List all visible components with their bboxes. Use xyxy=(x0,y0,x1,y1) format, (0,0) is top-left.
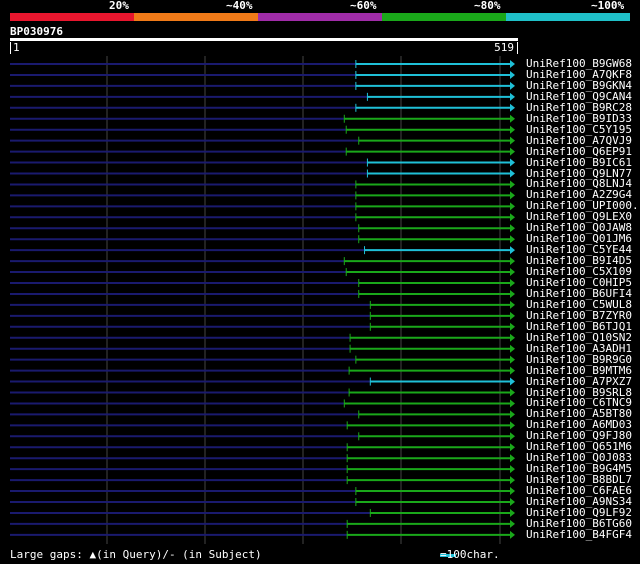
hit-end-arrow xyxy=(510,125,515,134)
hit-end-arrow xyxy=(510,235,515,244)
hit-end-arrow xyxy=(510,224,515,233)
hit-end-arrow xyxy=(510,498,515,506)
hit-end-arrow xyxy=(510,443,515,452)
hit-end-arrow xyxy=(510,454,515,463)
hit-end-arrow xyxy=(510,519,515,528)
hit-end-arrow xyxy=(510,81,515,90)
scale-legend: =100char. xyxy=(440,548,500,561)
hit-label[interactable]: UniRef100_B4FGF4 xyxy=(526,529,632,540)
legend-percent-label: ~60% xyxy=(350,0,377,12)
hit-end-arrow xyxy=(510,279,515,287)
hit-label[interactable]: UniRef100_B9R9G0 xyxy=(526,354,632,365)
legend-percent-label: ~100% xyxy=(591,0,625,12)
hit-end-arrow xyxy=(510,300,515,309)
hit-end-arrow xyxy=(510,388,515,397)
hit-end-arrow xyxy=(510,180,515,189)
hit-end-arrow xyxy=(510,169,515,178)
legend-percent-label: 20% xyxy=(109,0,129,12)
hit-end-arrow xyxy=(510,487,515,496)
hit-end-arrow xyxy=(510,257,515,266)
hit-end-arrow xyxy=(510,410,515,419)
hit-end-arrow xyxy=(510,92,515,101)
hit-end-arrow xyxy=(510,311,515,320)
hit-end-arrow xyxy=(510,114,515,123)
legend-percent-label: ~40% xyxy=(226,0,253,12)
hit-label[interactable]: UniRef100_Q6EP91 xyxy=(526,146,632,157)
hit-end-arrow xyxy=(510,136,515,145)
hit-label[interactable]: UniRef100_B9IC61 xyxy=(526,157,632,168)
hit-end-arrow xyxy=(510,530,515,539)
hit-end-arrow xyxy=(510,213,515,222)
legend-percent-label: ~80% xyxy=(474,0,501,12)
hit-label[interactable]: UniRef100_B9MTM6 xyxy=(526,365,632,376)
hit-end-arrow xyxy=(510,421,515,430)
hit-end-arrow xyxy=(510,366,515,375)
hit-end-arrow xyxy=(510,147,515,156)
hit-end-arrow xyxy=(510,158,515,167)
hit-end-arrow xyxy=(510,344,515,353)
hit-end-arrow xyxy=(510,432,515,441)
hit-end-arrow xyxy=(510,246,515,255)
hit-end-arrow xyxy=(510,476,515,485)
hit-label[interactable]: UniRef100_A7PXZ7 xyxy=(526,376,632,387)
hit-end-arrow xyxy=(510,103,515,112)
hit-end-arrow xyxy=(510,399,515,408)
hit-end-arrow xyxy=(510,70,515,79)
hit-end-arrow xyxy=(510,202,515,211)
hit-end-arrow xyxy=(510,191,515,200)
hit-end-arrow xyxy=(510,268,515,277)
hit-end-arrow xyxy=(510,289,515,298)
hit-end-arrow xyxy=(510,60,515,68)
hit-end-arrow xyxy=(510,333,515,342)
hit-end-arrow xyxy=(510,355,515,364)
hit-end-arrow xyxy=(510,322,515,331)
hit-end-arrow xyxy=(510,465,515,474)
gaps-legend: Large gaps: ▲(in Query)/- (in Subject) xyxy=(10,548,262,561)
hit-label[interactable]: UniRef100_A7QVJ9 xyxy=(526,135,632,146)
hit-end-arrow xyxy=(510,508,515,517)
hit-end-arrow xyxy=(510,377,515,386)
